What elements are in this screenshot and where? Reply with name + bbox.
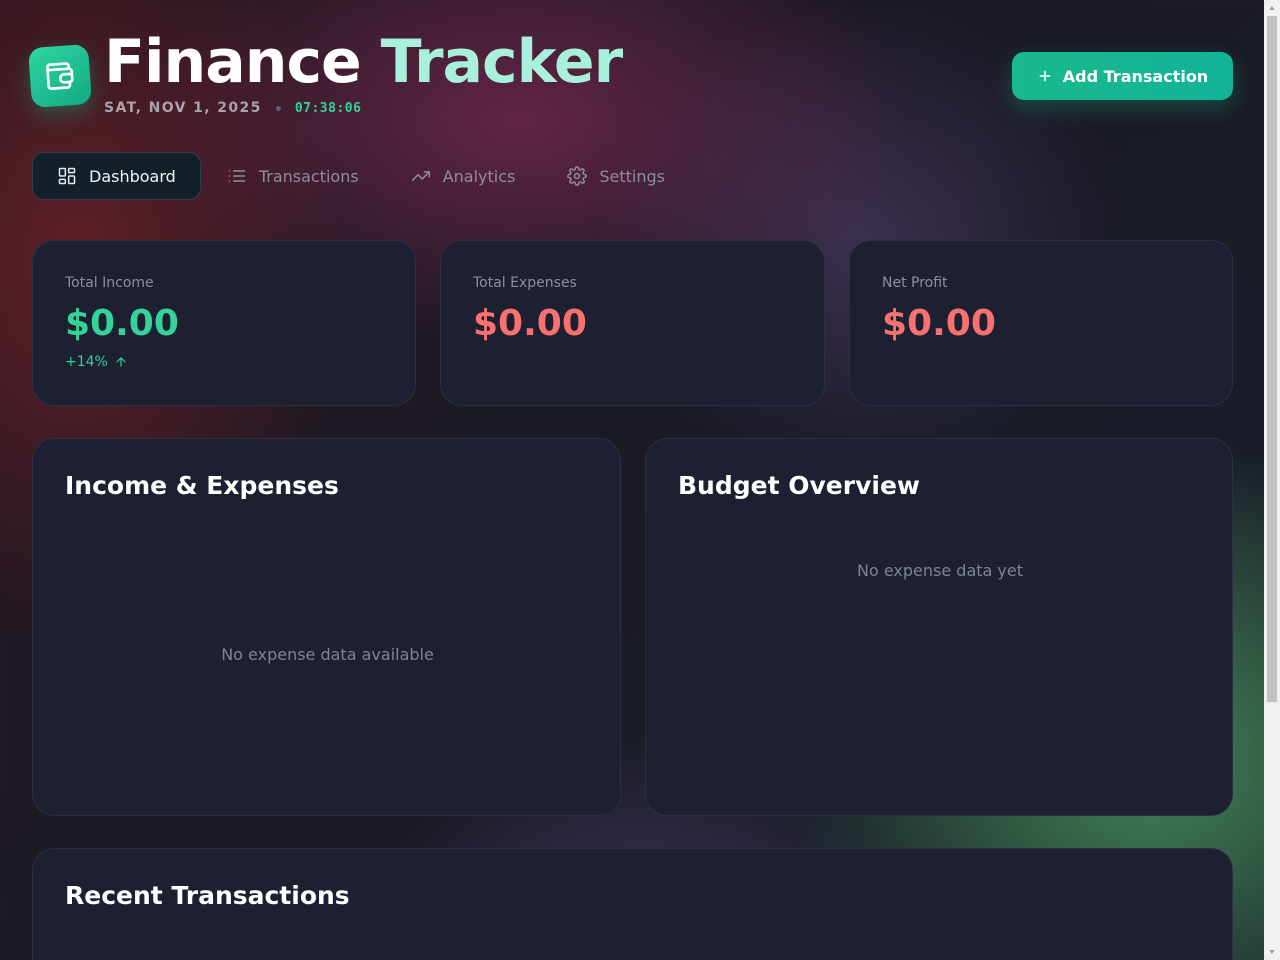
gear-icon: [567, 166, 588, 186]
app-title-part1: Finance: [104, 27, 381, 97]
empty-state-message: No expense data yet: [857, 561, 1023, 580]
arrow-up-icon: [116, 357, 126, 367]
tab-settings-label: Settings: [599, 166, 665, 186]
stat-card-net-profit: Net Profit $0.00: [849, 240, 1233, 406]
stat-value: $0.00: [473, 303, 587, 344]
stat-card-total-expenses: Total Expenses $0.00: [440, 240, 825, 406]
page-scrollbar[interactable]: [1264, 0, 1280, 960]
recent-transactions-panel: Recent Transactions: [32, 848, 1233, 960]
wallet-icon: [27, 43, 93, 109]
add-transaction-label: Add Transaction: [1062, 66, 1209, 86]
panel-title: Budget Overview: [678, 471, 921, 500]
trend-percent: +14%: [65, 354, 108, 370]
tab-analytics[interactable]: Analytics: [385, 152, 542, 200]
stat-label: Net Profit: [882, 275, 948, 291]
current-time: 07:38:06: [294, 100, 362, 116]
stat-trend: +14%: [65, 354, 128, 370]
scroll-down-arrow[interactable]: [1264, 944, 1280, 960]
grid-icon: [58, 167, 76, 185]
empty-state-message: No expense data available: [221, 645, 434, 664]
add-transaction-button[interactable]: Add Transaction: [1012, 52, 1233, 100]
stat-label: Total Income: [65, 275, 154, 291]
stat-value: $0.00: [882, 303, 996, 344]
list-icon: [228, 170, 246, 182]
tab-settings[interactable]: Settings: [541, 152, 691, 200]
tab-transactions[interactable]: Transactions: [201, 152, 385, 200]
stat-value: $0.00: [65, 303, 179, 344]
date-time-line: SAT, NOV 1, 2025 07:38:06: [104, 100, 361, 116]
app-title-part2: Tracker: [380, 27, 624, 97]
app-title: Finance Tracker: [104, 26, 624, 98]
scrollbar-thumb[interactable]: [1267, 16, 1277, 702]
stat-card-total-income: Total Income $0.00 +14%: [32, 240, 416, 406]
tab-dashboard-label: Dashboard: [89, 166, 176, 186]
app-root: Finance Tracker SAT, NOV 1, 2025 07:38:0…: [0, 0, 1264, 960]
tab-transactions-label: Transactions: [258, 166, 359, 186]
tab-dashboard[interactable]: Dashboard: [32, 152, 201, 200]
current-date: SAT, NOV 1, 2025: [104, 100, 262, 116]
income-expenses-panel: Income & Expenses No expense data availa…: [32, 438, 621, 816]
plus-icon: [1039, 70, 1051, 82]
main-nav: Dashboard Transactions Analytics Setting…: [32, 152, 691, 200]
trending-up-icon: [411, 171, 430, 181]
separator-dot: [275, 105, 281, 111]
panel-title: Income & Expenses: [65, 471, 339, 500]
scroll-up-arrow[interactable]: [1264, 0, 1280, 16]
budget-overview-panel: Budget Overview No expense data yet: [645, 438, 1233, 816]
stat-label: Total Expenses: [473, 275, 577, 291]
tab-analytics-label: Analytics: [442, 166, 516, 186]
panel-title: Recent Transactions: [65, 881, 350, 910]
